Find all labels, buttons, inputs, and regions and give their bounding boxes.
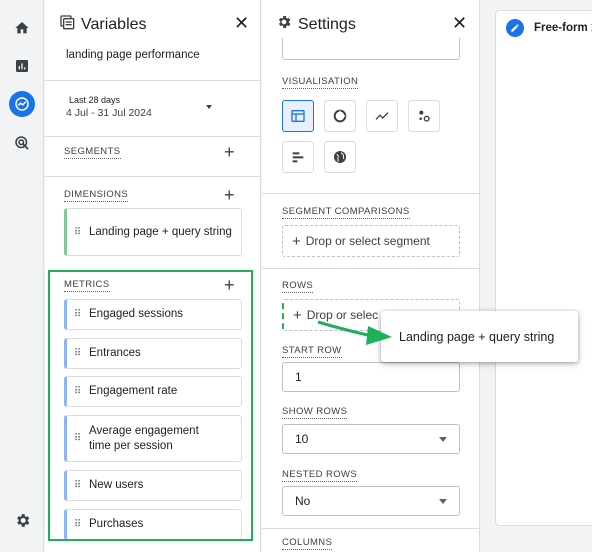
add-dimension-icon[interactable]: + [224, 186, 235, 204]
nested-rows-label: NESTED ROWS [282, 469, 358, 482]
plus-icon: + [292, 232, 301, 250]
show-rows-value: 10 [295, 432, 309, 446]
divider [45, 80, 261, 81]
home-icon[interactable] [9, 15, 35, 41]
variables-header: Variables [59, 14, 147, 35]
table-viz-button[interactable] [282, 100, 314, 132]
settings-icon[interactable] [9, 507, 35, 533]
plus-icon: + [293, 306, 302, 324]
tab-label: Free-form 1 [534, 22, 592, 34]
rows-label: ROWS [282, 280, 314, 293]
settings-header: Settings [276, 14, 356, 35]
start-row-input[interactable]: 1 [282, 362, 460, 392]
add-segment-icon[interactable]: + [224, 143, 235, 161]
segment-comparisons-label: SEGMENT COMPARISONS [282, 206, 410, 219]
visualisation-label: VISUALISATION [282, 76, 359, 89]
date-range-picker[interactable]: Last 28 days 4 Jul - 31 Jul 2024 [66, 95, 226, 125]
chevron-down-icon [206, 105, 212, 109]
variables-title: Variables [81, 15, 147, 33]
segment-drop-label: Drop or select segment [305, 234, 430, 248]
dimensions-label: DIMENSIONS [64, 189, 129, 202]
divider [45, 176, 261, 177]
nested-rows-value: No [295, 494, 311, 508]
line-chart-viz-button[interactable] [366, 100, 398, 132]
bar-chart-viz-button[interactable] [282, 141, 314, 173]
show-rows-select[interactable]: 10 [282, 424, 460, 454]
drag-handle-icon[interactable]: ⠿ [67, 227, 87, 238]
technique-select[interactable] [282, 38, 460, 60]
dropdown-arrow-icon [439, 499, 447, 504]
divider [45, 136, 261, 137]
rows-drop-label: Drop or selec [306, 308, 379, 322]
nested-rows-select[interactable]: No [282, 486, 460, 516]
settings-title: Settings [298, 15, 356, 33]
dropdown-arrow-icon [439, 437, 447, 442]
canvas-area: Free-form 1 [481, 0, 592, 552]
columns-label: COLUMNS [282, 537, 333, 550]
date-range-value: 4 Jul - 31 Jul 2024 [66, 107, 152, 119]
donut-chart-viz-button[interactable] [324, 100, 356, 132]
left-nav-rail [0, 0, 44, 552]
pencil-icon[interactable] [506, 19, 524, 37]
divider [262, 268, 480, 269]
divider [262, 193, 480, 194]
gear-icon [276, 14, 292, 35]
explore-icon[interactable] [9, 91, 35, 117]
divider [262, 528, 480, 529]
settings-panel: Settings ✕ VISUALISATION SEGMENT COMPARI… [262, 0, 480, 552]
segment-dropzone[interactable]: + Drop or select segment [282, 225, 460, 257]
scatter-plot-viz-button[interactable] [408, 100, 440, 132]
free-form-tab[interactable]: Free-form 1 [495, 10, 592, 526]
date-range-label: Last 28 days [69, 95, 121, 105]
exploration-name[interactable]: landing page performance [66, 49, 200, 61]
close-settings-icon[interactable]: ✕ [452, 13, 467, 34]
close-variables-icon[interactable]: ✕ [234, 13, 249, 34]
show-rows-label: SHOW ROWS [282, 406, 348, 419]
reports-icon[interactable] [9, 53, 35, 79]
variables-icon [59, 14, 75, 35]
geo-map-viz-button[interactable] [324, 141, 356, 173]
drag-tooltip: Landing page + query string [381, 311, 578, 362]
start-row-label: START ROW [282, 345, 342, 358]
metrics-highlight-box [48, 270, 253, 541]
segments-label: SEGMENTS [64, 146, 121, 159]
dimension-chip[interactable]: ⠿ Landing page + query string [64, 208, 242, 256]
dimension-label: Landing page + query string [89, 225, 232, 238]
advertising-icon[interactable] [9, 130, 35, 156]
